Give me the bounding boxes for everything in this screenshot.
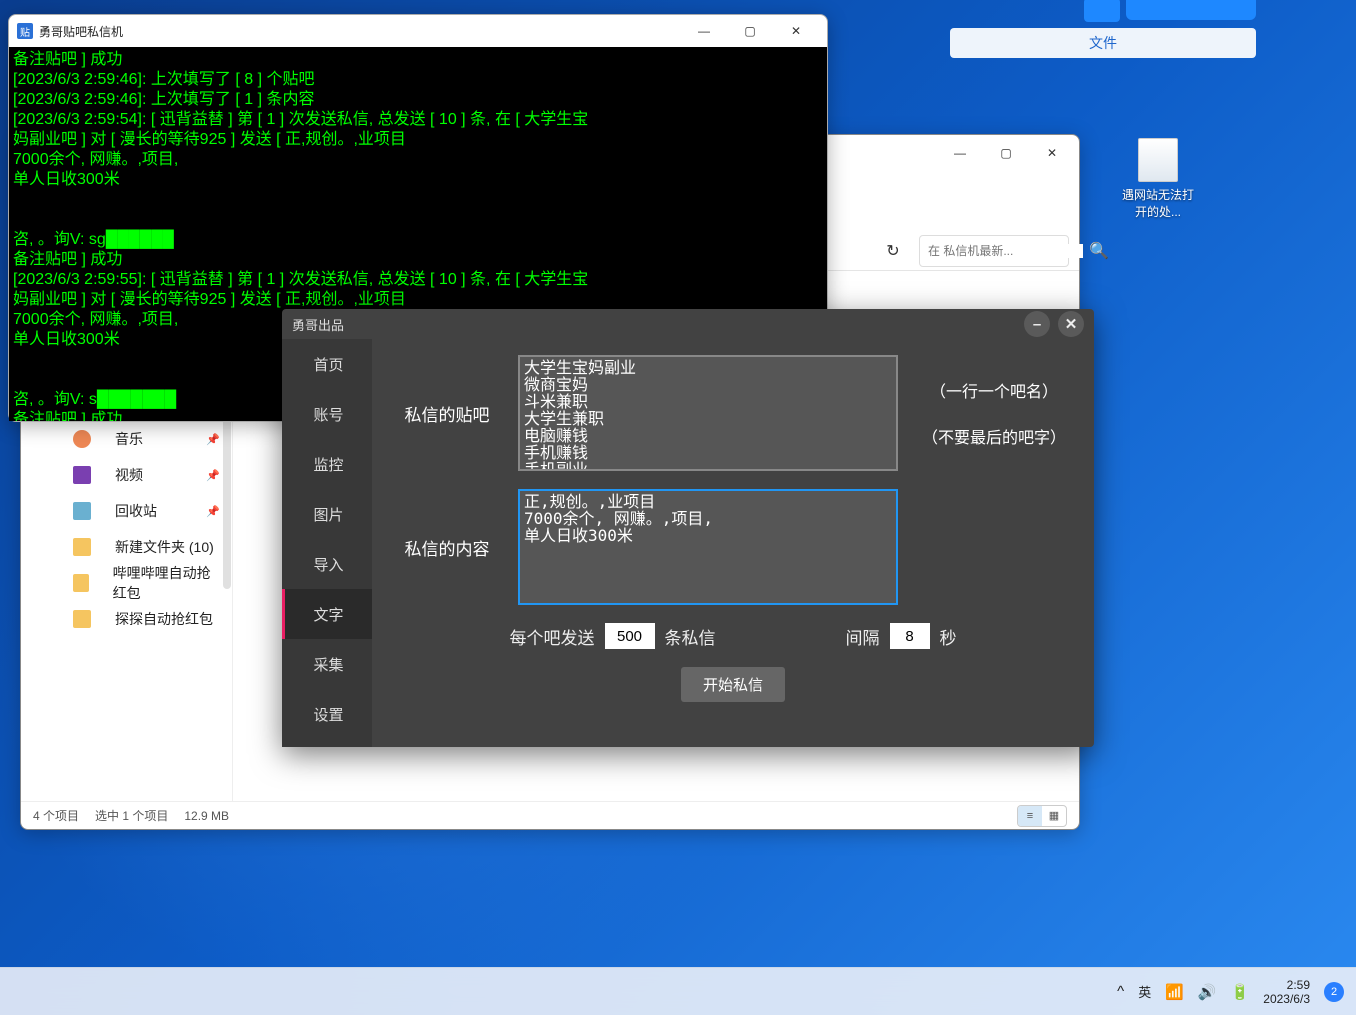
top-file-pill[interactable]: 文件 <box>950 28 1256 58</box>
settings-window: 勇哥出品 – ✕ 首页 账号 监控 图片 导入 文字 采集 设置 私信的贴吧 （… <box>282 309 1094 747</box>
wifi-icon[interactable]: 📶 <box>1165 983 1184 1001</box>
label-seconds: 秒 <box>940 624 957 649</box>
folder-icon <box>73 538 91 556</box>
input-count[interactable] <box>605 623 655 649</box>
icons-view-button[interactable]: ▦ <box>1042 806 1066 826</box>
tray-chevron-icon[interactable]: ^ <box>1117 983 1124 1000</box>
maximize-button[interactable]: ▢ <box>727 16 773 46</box>
label-content: 私信的内容 <box>392 535 502 560</box>
folder-icon <box>73 574 89 592</box>
system-tray: ^ 英 📶 🔊 🔋 2:59 2023/6/3 2 <box>1117 978 1344 1006</box>
volume-icon[interactable]: 🔊 <box>1198 983 1217 1001</box>
search-input[interactable] <box>928 244 1083 258</box>
start-button[interactable]: 开始私信 <box>681 667 785 702</box>
explorer-statusbar: 4 个项目 选中 1 个项目 12.9 MB ≡ ▦ <box>21 801 1079 829</box>
sidebar-item-folder[interactable]: 新建文件夹 (10) <box>21 529 232 565</box>
console-titlebar[interactable]: 贴 勇哥贴吧私信机 — ▢ ✕ <box>9 15 827 47</box>
top-app-badge <box>1084 0 1120 22</box>
minimize-button[interactable]: — <box>937 138 983 168</box>
tab-text[interactable]: 文字 <box>282 589 372 639</box>
pin-icon: 📌 <box>206 505 220 518</box>
status-selected: 选中 1 个项目 <box>95 807 168 824</box>
folder-icon <box>73 610 91 628</box>
status-size: 12.9 MB <box>184 809 229 823</box>
sidebar-item-recycle[interactable]: 回收站📌 <box>21 493 232 529</box>
explorer-search[interactable]: 🔍 <box>919 235 1069 267</box>
input-interval[interactable] <box>890 623 930 649</box>
sidebar-item-folder[interactable]: 探探自动抢红包 <box>21 601 232 637</box>
label-unit: 条私信 <box>665 624 716 649</box>
label-interval: 间隔 <box>846 624 880 649</box>
send-config-row: 每个吧发送 条私信 间隔 秒 <box>392 623 1074 649</box>
label-tieba: 私信的贴吧 <box>392 401 502 426</box>
textarea-tieba[interactable] <box>518 355 898 471</box>
top-blue-pill[interactable] <box>1126 0 1256 20</box>
details-view-button[interactable]: ≡ <box>1018 806 1042 826</box>
tab-settings[interactable]: 设置 <box>282 689 372 739</box>
tab-image[interactable]: 图片 <box>282 489 372 539</box>
taskbar-clock[interactable]: 2:59 2023/6/3 <box>1263 978 1310 1006</box>
search-icon: 🔍 <box>1089 241 1109 261</box>
close-button[interactable]: ✕ <box>1058 311 1084 337</box>
desktop-shortcut[interactable]: 遇网站无法打开的处... <box>1120 138 1196 220</box>
settings-sidebar: 首页 账号 监控 图片 导入 文字 采集 设置 <box>282 339 372 747</box>
recycle-icon <box>73 502 91 520</box>
tab-import[interactable]: 导入 <box>282 539 372 589</box>
window-title: 勇哥贴吧私信机 <box>39 23 681 40</box>
minimize-button[interactable]: – <box>1024 311 1050 337</box>
minimize-button[interactable]: — <box>681 16 727 46</box>
notification-badge[interactable]: 2 <box>1324 982 1344 1002</box>
desktop-shortcut-label: 遇网站无法打开的处... <box>1120 186 1196 220</box>
file-icon <box>1138 138 1178 182</box>
taskbar[interactable]: ^ 英 📶 🔊 🔋 2:59 2023/6/3 2 <box>0 967 1356 1015</box>
app-icon: 贴 <box>17 23 33 39</box>
textarea-content[interactable] <box>518 489 898 605</box>
label-per-bar: 每个吧发送 <box>510 624 595 649</box>
settings-content: 私信的贴吧 （一行一个吧名） （不要最后的吧字） 私信的内容 每个吧发送 条私信… <box>372 339 1094 747</box>
tab-home[interactable]: 首页 <box>282 339 372 389</box>
status-item-count: 4 个项目 <box>33 807 79 824</box>
sidebar-item-folder[interactable]: 哔哩哔哩自动抢红包 <box>21 565 232 601</box>
ime-indicator[interactable]: 英 <box>1138 982 1151 1001</box>
music-icon <box>73 430 91 448</box>
sidebar-item-videos[interactable]: 视频📌 <box>21 457 232 493</box>
pin-icon: 📌 <box>206 433 220 446</box>
refresh-button[interactable]: ↻ <box>875 235 911 267</box>
battery-icon[interactable]: 🔋 <box>1231 983 1250 1001</box>
tab-collect[interactable]: 采集 <box>282 639 372 689</box>
note-tieba: （一行一个吧名） （不要最后的吧字） <box>914 378 1074 448</box>
brand-label: 勇哥出品 <box>292 315 344 334</box>
tab-monitor[interactable]: 监控 <box>282 439 372 489</box>
maximize-button[interactable]: ▢ <box>983 138 1029 168</box>
pin-icon: 📌 <box>206 469 220 482</box>
video-icon <box>73 466 91 484</box>
close-button[interactable]: ✕ <box>773 16 819 46</box>
settings-titlebar[interactable]: 勇哥出品 – ✕ <box>282 309 1094 339</box>
sidebar-item-music[interactable]: 音乐📌 <box>21 421 232 457</box>
view-toggle[interactable]: ≡ ▦ <box>1017 805 1067 827</box>
tab-account[interactable]: 账号 <box>282 389 372 439</box>
close-button[interactable]: ✕ <box>1029 138 1075 168</box>
